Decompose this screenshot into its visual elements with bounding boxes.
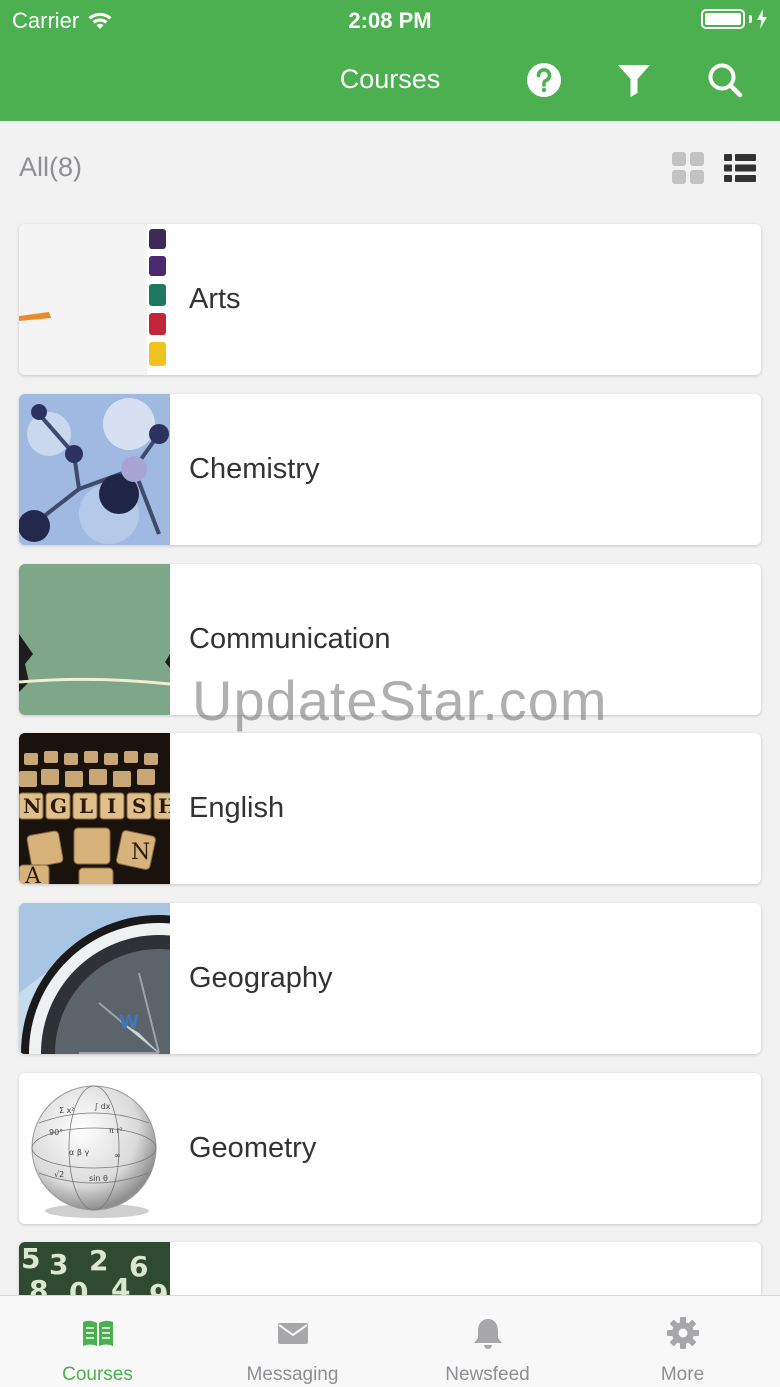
svg-text:H: H	[158, 794, 170, 818]
svg-text:0: 0	[69, 1276, 88, 1295]
filter-button[interactable]	[614, 60, 654, 100]
course-card-english[interactable]: NGL ISH NA English	[19, 733, 761, 884]
course-count: All(8)	[19, 152, 83, 182]
charging-bolt-icon	[757, 9, 767, 29]
book-icon	[82, 1320, 113, 1346]
question-circle-icon	[527, 63, 561, 97]
tab-messaging[interactable]: Messaging	[195, 1296, 390, 1387]
grid-icon	[672, 152, 704, 184]
list-view-button[interactable]	[723, 151, 757, 185]
svg-text:I: I	[107, 794, 116, 818]
course-title: Arts	[189, 283, 241, 315]
svg-text:2: 2	[89, 1244, 108, 1277]
tab-label: Courses	[62, 1364, 133, 1385]
numbers-image: 5326 8 0 4 9	[19, 1242, 170, 1295]
course-list[interactable]: Arts Chemistry Communication N G L I S H…	[0, 215, 780, 1295]
course-card-arts[interactable]: Arts	[19, 224, 761, 375]
course-title: Geometry	[189, 1132, 317, 1164]
svg-text:L: L	[79, 794, 93, 818]
svg-text:4: 4	[111, 1272, 130, 1295]
svg-text:8: 8	[29, 1274, 48, 1295]
course-card-geometry[interactable]: Σ x² ∫ dx 90° π r² α β γ ∞ √2 sin θ Geometry	[19, 1073, 761, 1224]
page-title: Courses	[339, 64, 441, 94]
svg-text:sin θ: sin θ	[89, 1174, 108, 1183]
course-card-geography[interactable]: W Geography	[19, 903, 761, 1054]
speaking-silhouette-image	[19, 564, 170, 715]
svg-text:3: 3	[49, 1248, 68, 1281]
svg-text:α β γ: α β γ	[69, 1148, 89, 1157]
svg-text:90°: 90°	[49, 1128, 63, 1137]
list-toolbar: All(8)	[0, 121, 780, 215]
molecule-model-image	[19, 394, 170, 545]
filter-icon	[618, 65, 650, 97]
course-title: Chemistry	[189, 453, 320, 485]
course-card-partial[interactable]: 5326 8 0 4 9	[19, 1242, 761, 1295]
formula-sphere-image: Σ x² ∫ dx 90° π r² α β γ ∞ √2 sin θ	[19, 1073, 170, 1224]
svg-text:5: 5	[21, 1242, 40, 1275]
tab-courses[interactable]: Courses	[0, 1296, 195, 1387]
grid-view-button[interactable]	[671, 151, 705, 185]
battery-indicator	[701, 9, 768, 29]
tab-label: Newsfeed	[445, 1364, 530, 1385]
svg-text:∫ dx: ∫ dx	[94, 1102, 111, 1111]
svg-text:π r²: π r²	[109, 1126, 123, 1135]
letter-cubes-image: NGL ISH NA	[19, 733, 170, 884]
compass-image: W	[19, 903, 170, 1054]
list-icon	[724, 154, 756, 182]
status-time: 2:08 PM	[348, 8, 432, 33]
course-card-communication[interactable]: Communication	[19, 564, 761, 715]
search-button[interactable]	[705, 60, 745, 100]
svg-text:N: N	[23, 794, 41, 818]
gear-icon	[666, 1317, 699, 1349]
tab-newsfeed[interactable]: Newsfeed	[390, 1296, 585, 1387]
svg-text:√2: √2	[54, 1170, 64, 1179]
tab-bar: Courses Messaging Newsfeed More	[0, 1295, 780, 1387]
course-title: Geography	[189, 962, 333, 994]
svg-text:S: S	[132, 794, 146, 818]
search-icon	[708, 63, 743, 98]
envelope-icon	[277, 1323, 308, 1344]
svg-text:6: 6	[129, 1250, 148, 1283]
status-bar: Carrier 2:08 PM	[0, 0, 780, 40]
svg-text:N: N	[131, 840, 150, 865]
battery-icon	[701, 9, 745, 29]
tab-label: More	[660, 1364, 705, 1385]
course-title: Communication	[189, 623, 391, 655]
course-card-chemistry[interactable]: Chemistry	[19, 394, 761, 545]
svg-text:A: A	[24, 864, 42, 884]
tab-label: Messaging	[246, 1364, 339, 1385]
svg-text:9: 9	[149, 1278, 168, 1295]
help-button[interactable]	[524, 60, 564, 100]
svg-text:G: G	[50, 794, 67, 818]
course-title: English	[189, 792, 285, 824]
paint-palette-image	[19, 224, 170, 375]
tab-more[interactable]: More	[585, 1296, 780, 1387]
app-header: Carrier 2:08 PM Courses	[0, 0, 780, 121]
svg-text:∞: ∞	[114, 1151, 121, 1160]
bell-icon	[473, 1319, 502, 1349]
svg-text:W: W	[119, 1012, 139, 1033]
svg-text:Σ x²: Σ x²	[59, 1106, 75, 1115]
